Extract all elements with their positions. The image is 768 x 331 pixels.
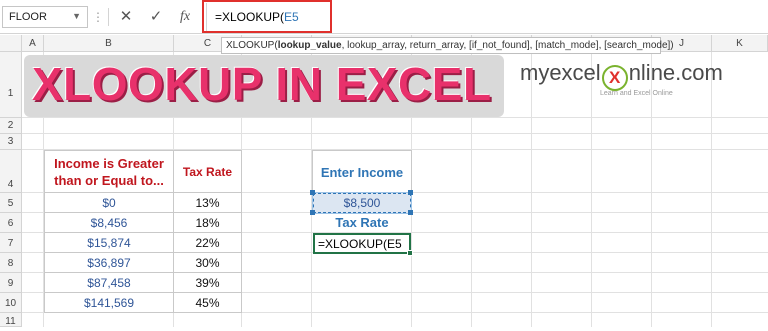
row-header-6[interactable]: 6	[0, 213, 22, 233]
name-box-value: FLOOR	[9, 11, 47, 23]
logo-tagline: Learn and Excel Online	[600, 90, 673, 97]
row-header-9[interactable]: 9	[0, 273, 22, 293]
check-icon: ✓	[149, 8, 163, 25]
table-header-tax-rate: Tax Rate	[174, 150, 242, 193]
column-header-a[interactable]: A	[22, 35, 44, 52]
enter-button[interactable]: ✓	[143, 6, 169, 28]
selection-handle[interactable]	[310, 190, 315, 195]
enter-income-label: Enter Income	[312, 150, 412, 193]
result-formula-cell[interactable]: =XLOOKUP(E5	[313, 233, 411, 254]
tooltip-rest: , lookup_array, return_array, [if_not_fo…	[341, 40, 674, 51]
row-header-7[interactable]: 7	[0, 233, 22, 253]
logo-x-icon: X	[601, 65, 628, 91]
selection-handle[interactable]	[408, 190, 413, 195]
logo-text-post: nline.com	[628, 60, 723, 85]
table-cell-income[interactable]: $87,458	[44, 273, 174, 293]
tooltip-func: XLOOKUP(	[226, 40, 278, 51]
table-header-income: Income is Greater than or Equal to...	[44, 150, 174, 193]
banner-title: XLOOKUP IN EXCEL	[32, 58, 492, 110]
table-cell-rate[interactable]: 22%	[174, 233, 242, 253]
tooltip-current-arg[interactable]: lookup_value	[278, 40, 342, 51]
gridline	[22, 117, 768, 118]
table-cell-rate[interactable]: 18%	[174, 213, 242, 233]
table-cell-rate[interactable]: 30%	[174, 253, 242, 273]
table-cell-income[interactable]: $36,897	[44, 253, 174, 273]
name-box[interactable]: FLOOR ▼	[2, 6, 88, 28]
table-cell-income[interactable]: $141,569	[44, 293, 174, 313]
tax-rate-label: Tax Rate	[335, 215, 389, 230]
drag-handle-icon[interactable]: ⋮	[92, 8, 104, 26]
row-header-2[interactable]: 2	[0, 118, 22, 134]
fill-handle[interactable]	[407, 250, 413, 256]
column-header-k[interactable]: K	[712, 35, 768, 52]
fx-icon: fx	[179, 9, 191, 24]
table-cell-rate[interactable]: 13%	[174, 193, 242, 213]
insert-function-button[interactable]: fx	[172, 6, 198, 28]
column-header-b[interactable]: B	[44, 35, 174, 52]
close-icon: ✕	[119, 8, 133, 25]
logo-text-pre: myexcel	[520, 60, 601, 85]
row-header-3[interactable]: 3	[0, 134, 22, 150]
cancel-button[interactable]: ✕	[113, 6, 139, 28]
table-cell-income[interactable]: $15,874	[44, 233, 174, 253]
table-cell-income[interactable]: $0	[44, 193, 174, 213]
select-all-corner[interactable]	[0, 35, 22, 52]
gridline	[22, 133, 768, 134]
table-cell-rate[interactable]: 39%	[174, 273, 242, 293]
row-header-1[interactable]: 1	[0, 52, 22, 118]
table-cell-income[interactable]: $8,456	[44, 213, 174, 233]
chevron-down-icon[interactable]: ▼	[72, 11, 81, 21]
income-input-cell[interactable]: $8,500	[312, 192, 412, 214]
row-header-4[interactable]: 4	[0, 150, 22, 193]
formula-highlight-box	[202, 0, 332, 33]
row-header-8[interactable]: 8	[0, 253, 22, 273]
divider	[108, 8, 109, 26]
row-header-5[interactable]: 5	[0, 193, 22, 213]
row-header-10[interactable]: 10	[0, 293, 22, 313]
function-tooltip: XLOOKUP(lookup_value, lookup_array, retu…	[221, 37, 674, 54]
row-header-11[interactable]: 11	[0, 313, 22, 327]
table-cell-rate[interactable]: 45%	[174, 293, 242, 313]
